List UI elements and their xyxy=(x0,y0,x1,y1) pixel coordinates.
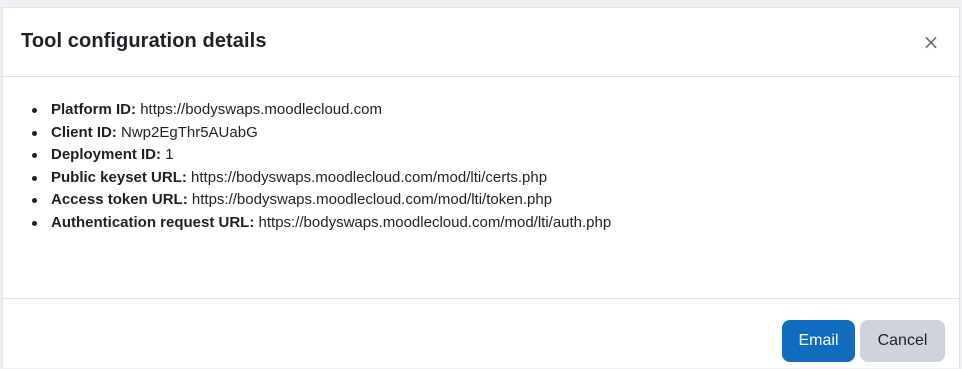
configuration-details-list: Platform ID: https://bodyswaps.moodleclo… xyxy=(29,99,611,234)
dialog-body: Platform ID: https://bodyswaps.moodleclo… xyxy=(3,77,959,299)
detail-term: Public keyset URL: xyxy=(51,168,187,186)
list-item-deployment-id: Deployment ID: 1 xyxy=(31,144,611,167)
tool-configuration-dialog: Tool configuration details × Platform ID… xyxy=(2,7,960,368)
detail-term: Deployment ID: xyxy=(51,146,162,163)
dialog-header: Tool configuration details × xyxy=(3,8,959,77)
detail-term: Client ID: xyxy=(51,123,117,141)
list-item-access-token-url: Access token URL: https://bodyswaps.mood… xyxy=(31,189,611,212)
detail-value: 1 xyxy=(165,146,174,163)
close-icon[interactable]: × xyxy=(921,32,941,52)
detail-value: Nwp2EgThr5AUabG xyxy=(121,123,258,141)
detail-term: Platform ID: xyxy=(51,101,137,118)
list-item-platform-id: Platform ID: https://bodyswaps.moodleclo… xyxy=(31,99,611,122)
list-item-client-id: Client ID: Nwp2EgThr5AUabG xyxy=(31,122,611,145)
email-button[interactable]: Email xyxy=(782,320,855,362)
detail-term: Access token URL: xyxy=(51,191,188,208)
cancel-button[interactable]: Cancel xyxy=(860,320,945,362)
detail-value: https://bodyswaps.moodlecloud.com xyxy=(140,101,382,118)
detail-term: Authentication request URL: xyxy=(51,213,255,231)
dialog-title: Tool configuration details xyxy=(21,30,267,52)
list-item-public-keyset-url: Public keyset URL: https://bodyswaps.moo… xyxy=(31,167,611,190)
dialog-footer: Email Cancel xyxy=(3,299,959,369)
detail-value: https://bodyswaps.moodlecloud.com/mod/lt… xyxy=(191,168,548,186)
list-item-authentication-request-url: Authentication request URL: https://body… xyxy=(31,212,612,235)
detail-value: https://bodyswaps.moodlecloud.com/mod/lt… xyxy=(258,213,612,231)
detail-value: https://bodyswaps.moodlecloud.com/mod/lt… xyxy=(191,191,553,208)
